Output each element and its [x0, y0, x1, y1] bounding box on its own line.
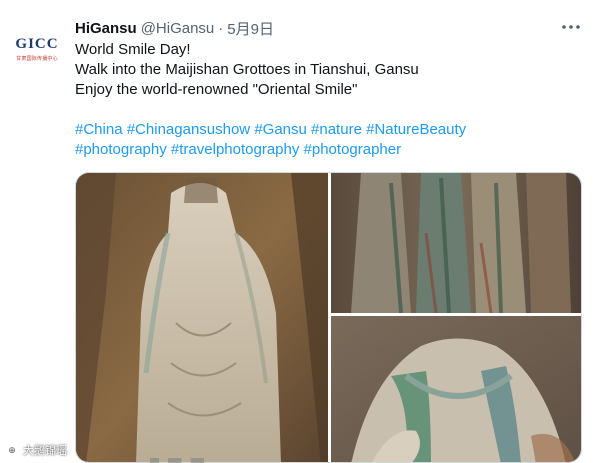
- tweet-text-line: World Smile Day!: [75, 41, 191, 58]
- tweet-text: World Smile Day! Walk into the Maijishan…: [75, 40, 585, 100]
- watermark: ⊕ 大鹅锦瑶: [4, 441, 67, 459]
- avatar-logo-text: GICC: [15, 36, 59, 52]
- avatar[interactable]: GICC 甘肃国际传播中心: [8, 20, 66, 78]
- action-bar-fragment: [150, 458, 240, 463]
- hashtag-link[interactable]: #travelphotography: [171, 141, 299, 158]
- watermark-logo-icon: ⊕: [4, 442, 20, 458]
- hashtag-link[interactable]: #photographer: [304, 141, 402, 158]
- author-name[interactable]: HiGansu: [75, 20, 137, 37]
- hashtag-link[interactable]: #nature: [311, 121, 362, 138]
- more-dots-icon[interactable]: [560, 18, 582, 36]
- author-handle[interactable]: @HiGansu: [141, 20, 215, 37]
- avatar-logo-subtext: 甘肃国际传播中心: [16, 56, 58, 62]
- header-separator: ·: [218, 19, 224, 37]
- hashtag-link[interactable]: #Chinagansushow: [127, 121, 250, 138]
- hashtag-link[interactable]: #China: [75, 121, 123, 138]
- standing-buddha-statue-photo[interactable]: [76, 173, 328, 462]
- statue-torso-with-hand-photo[interactable]: [331, 316, 581, 462]
- media-grid: [75, 172, 582, 463]
- tweet-card[interactable]: GICC 甘肃国际传播中心 HiGansu @HiGansu · 5月9日 Wo…: [0, 0, 600, 463]
- hashtag-block: #China #Chinagansushow #Gansu #nature #N…: [75, 120, 590, 160]
- watermark-text: 大鹅锦瑶: [23, 445, 67, 457]
- tweet-text-line: Walk into the Maijishan Grottoes in Tian…: [75, 61, 419, 78]
- hashtag-link[interactable]: #photography: [75, 141, 167, 158]
- hashtag-link[interactable]: #Gansu: [254, 121, 307, 138]
- hashtag-link[interactable]: #NatureBeauty: [366, 121, 466, 138]
- tweet-date[interactable]: 5月9日: [227, 18, 274, 39]
- hashtag-line: #photography #travelphotography #photogr…: [75, 140, 590, 160]
- tweet-header: HiGansu @HiGansu · 5月9日: [75, 17, 274, 39]
- painted-statue-robes-photo[interactable]: [331, 173, 581, 313]
- hashtag-line: #China #Chinagansushow #Gansu #nature #N…: [75, 120, 590, 140]
- tweet-text-line: Enjoy the world-renowned "Oriental Smile…: [75, 81, 358, 98]
